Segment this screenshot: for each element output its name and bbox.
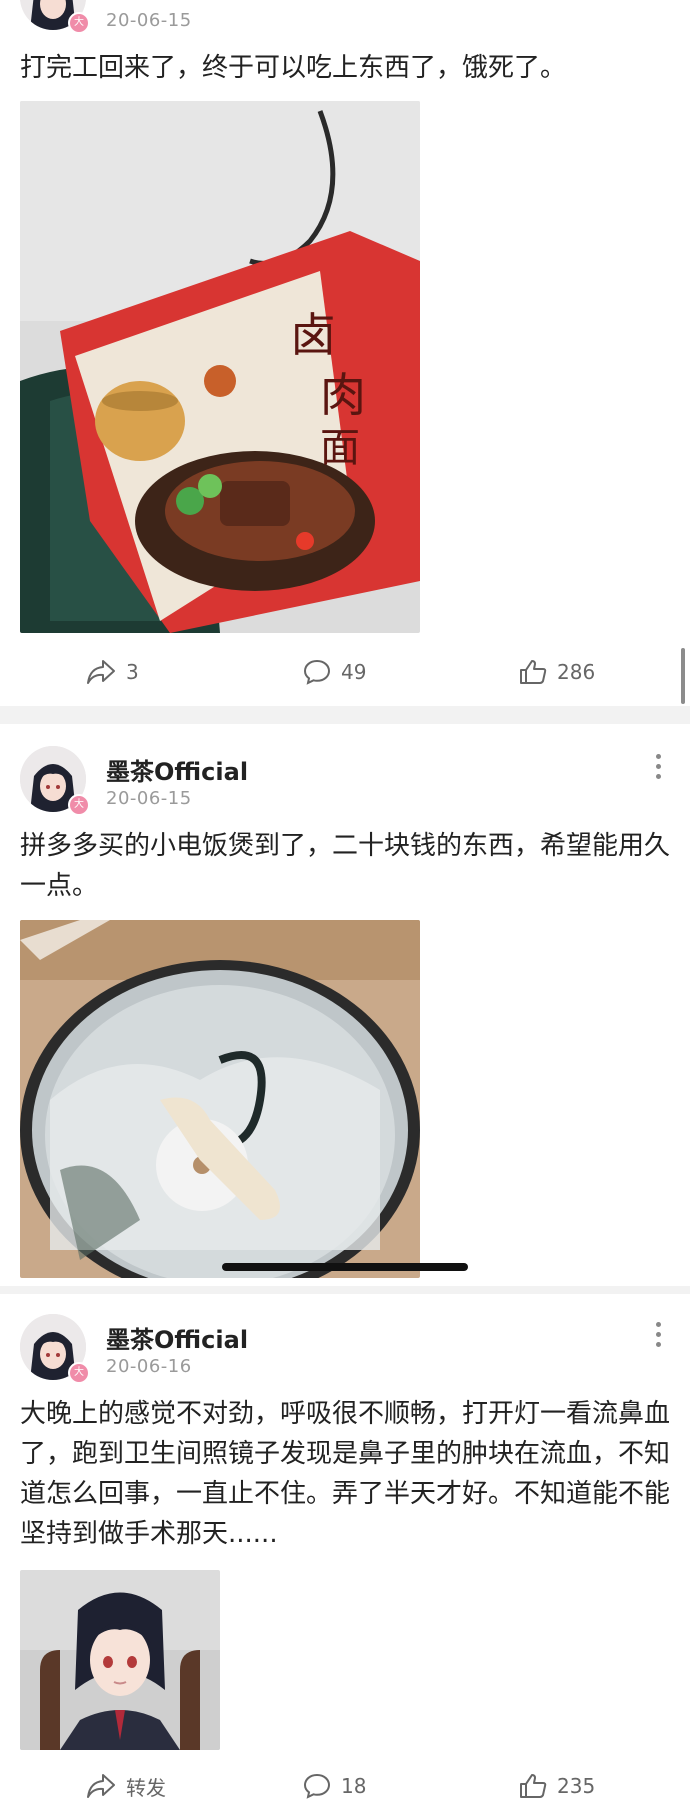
thumbs-up-icon [520, 1774, 547, 1798]
username[interactable]: 墨茶Official [106, 1320, 248, 1355]
post-time: 20-06-15 [106, 788, 192, 809]
post-time: 20-06-16 [106, 1356, 192, 1377]
noodle-photo: 卤 肉 面 [20, 101, 420, 633]
repost-button[interactable]: 3 [86, 652, 139, 692]
like-count: 286 [557, 660, 596, 684]
action-bar: 3 49 286 [0, 652, 690, 692]
more-menu-button[interactable] [656, 754, 664, 784]
svg-text:卤: 卤 [290, 308, 336, 362]
post-divider [0, 706, 690, 724]
repost-button[interactable]: 转发 [86, 1766, 166, 1806]
post-2[interactable]: 大 墨茶Official 20-06-15 拼多多买的小电饭煲到了，二十块钱的东… [0, 724, 690, 1286]
comment-icon [303, 1773, 331, 1799]
share-icon [87, 660, 115, 684]
more-menu-button[interactable] [656, 1322, 664, 1352]
svg-text:面: 面 [320, 425, 360, 471]
verified-badge: 大 [68, 1362, 90, 1384]
svg-text:肉: 肉 [320, 368, 366, 422]
avatar[interactable]: 大 [20, 746, 90, 816]
post-photo[interactable] [20, 920, 420, 1278]
like-button[interactable]: 235 [519, 1766, 595, 1806]
verified-badge: 大 [68, 794, 90, 816]
anime-avatar-photo [20, 1570, 220, 1750]
comment-count: 49 [341, 660, 367, 684]
comment-button[interactable]: 18 [303, 1766, 366, 1806]
rice-cooker-photo [20, 920, 420, 1278]
username[interactable]: 墨茶Official [106, 752, 248, 787]
thumbs-up-icon [520, 660, 547, 684]
comment-count: 18 [341, 1774, 367, 1798]
repost-label: 转发 [126, 1775, 166, 1800]
feed: 大 20-06-15 打完工回来了，终于可以吃上东西了，饿死了。 卤 肉 面 3… [0, 0, 690, 1819]
like-count: 235 [557, 1774, 596, 1798]
avatar[interactable]: 大 [20, 0, 90, 34]
verified-badge: 大 [68, 12, 90, 34]
repost-count: 3 [126, 660, 139, 684]
scrollbar[interactable] [681, 648, 685, 704]
post-text: 拼多多买的小电饭煲到了，二十块钱的东西，希望能用久一点。 [20, 831, 671, 901]
comment-button[interactable]: 49 [303, 652, 366, 692]
post-photo[interactable] [20, 1570, 220, 1750]
post-text: 大晚上的感觉不对劲，呼吸很不顺畅，打开灯一看流鼻血了，跑到卫生间照镜子发现是鼻子… [20, 1399, 671, 1549]
share-icon [87, 1774, 115, 1798]
post-photo[interactable]: 卤 肉 面 [20, 101, 420, 633]
post-3[interactable]: 大 墨茶Official 20-06-16 大晚上的感觉不对劲，呼吸很不顺畅，打… [0, 1294, 690, 1819]
post-text: 打完工回来了，终于可以吃上东西了，饿死了。 [20, 53, 567, 83]
avatar[interactable]: 大 [20, 1314, 90, 1384]
post-divider [0, 1286, 690, 1294]
like-button[interactable]: 286 [519, 652, 595, 692]
action-bar: 转发 18 235 [0, 1766, 690, 1806]
post-1[interactable]: 大 20-06-15 打完工回来了，终于可以吃上东西了，饿死了。 卤 肉 面 3… [0, 0, 690, 706]
home-indicator [222, 1263, 468, 1271]
comment-icon [303, 659, 331, 685]
post-time: 20-06-15 [106, 10, 192, 31]
